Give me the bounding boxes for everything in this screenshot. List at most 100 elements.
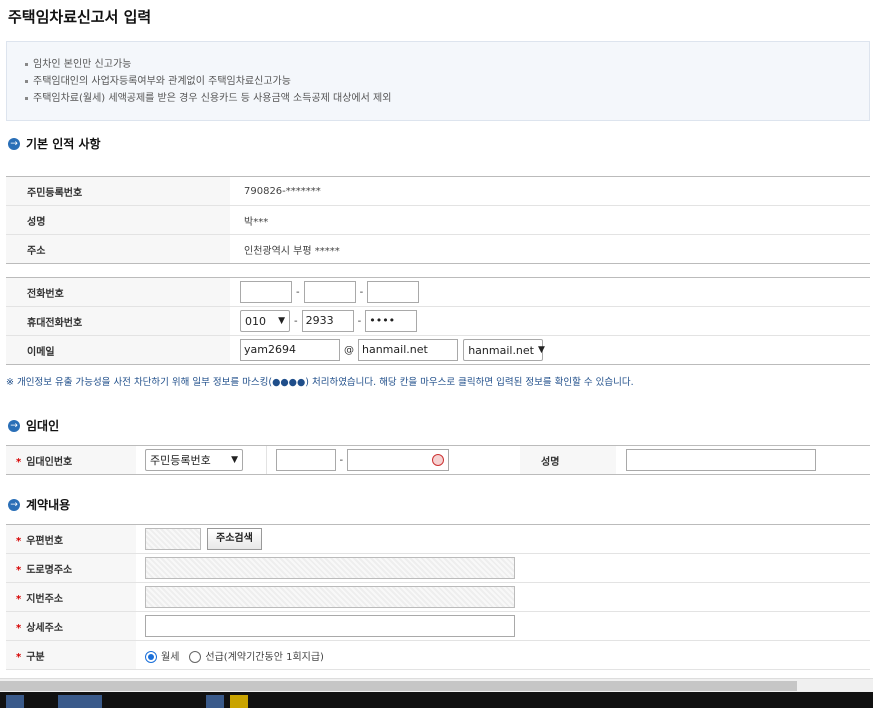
rrn-label: 주민등록번호 — [6, 176, 230, 206]
arrow-circle-icon: → — [8, 419, 20, 432]
postal-label-text: 우편번호 — [26, 535, 64, 547]
required-mark-icon: * — [16, 593, 22, 605]
taskbar-app-icon[interactable] — [58, 695, 102, 708]
detail-address-cell — [136, 611, 870, 641]
arrow-circle-icon: → — [8, 498, 20, 511]
dash: - — [357, 315, 362, 327]
dash: - — [294, 315, 298, 327]
postal-cell: 주소검색 — [136, 524, 870, 554]
dash: - — [296, 286, 300, 298]
landlord-id-type-select[interactable]: 주민등록번호 ▼ — [145, 449, 243, 471]
prepaid-label[interactable]: 선급(계약기간동안 1회지급) — [205, 652, 324, 663]
email-domain-input[interactable]: hanmail.net — [358, 339, 458, 361]
required-mark-icon: * — [16, 564, 22, 576]
address-value: 인천광역시 부평 ***** — [230, 234, 870, 264]
landlord-name-label: 성명 — [520, 445, 616, 475]
bullet-icon — [25, 62, 28, 66]
required-mark-icon: * — [16, 622, 22, 634]
horizontal-scrollbar[interactable] — [0, 678, 873, 692]
mobile-last-input[interactable]: •••• — [365, 310, 418, 332]
at-sign: @ — [344, 344, 354, 356]
mobile-label: 휴대전화번호 — [6, 306, 230, 336]
type-label: * 구분 — [6, 640, 136, 670]
monthly-rent-label[interactable]: 월세 — [161, 652, 179, 663]
email-user-input[interactable]: yam2694 — [240, 339, 340, 361]
email-label: 이메일 — [6, 335, 230, 365]
lot-address-cell — [136, 582, 870, 612]
chevron-down-icon: ▼ — [278, 316, 285, 326]
mobile-field-group: 010 ▼ -2933- •••• — [230, 306, 870, 336]
landlord-id-label-text: 임대인번호 — [26, 456, 73, 468]
mobile-mid-input[interactable]: 2933 — [301, 310, 354, 332]
notice-text: 임차인 본인만 신고가능 — [33, 59, 132, 70]
privacy-note: ※ 개인정보 유출 가능성을 사전 차단하기 위해 일부 정보를 마스킹(●●●… — [6, 377, 634, 388]
detail-address-input[interactable] — [145, 615, 515, 637]
phone-input-3[interactable] — [367, 281, 420, 303]
contact-table: 전화번호 -- 휴대전화번호 010 ▼ -2933- •••• 이메일 yam269… — [6, 277, 870, 365]
section-title: 임대인 — [26, 419, 60, 433]
notice-line: 주택임대인의 사업자등록여부와 관계없이 주택임차료신고가능 — [25, 73, 869, 90]
page-title: 주택임차료신고서 입력 — [8, 8, 152, 26]
road-address-cell — [136, 553, 870, 583]
required-mark-icon: * — [16, 456, 22, 468]
address-search-button[interactable]: 주소검색 — [207, 528, 262, 550]
chevron-down-icon: ▼ — [231, 455, 238, 465]
section-basic-heading: → 기본 인적 사항 — [8, 135, 101, 152]
address-label: 주소 — [6, 234, 230, 264]
postal-label: * 우편번호 — [6, 524, 136, 554]
phone-input-1[interactable] — [240, 281, 292, 303]
prepaid-radio[interactable] — [189, 650, 202, 663]
detail-address-label-text: 상세주소 — [26, 622, 64, 634]
scrollbar-thumb[interactable] — [0, 681, 797, 691]
rrn-value: 790826-******* — [230, 176, 870, 206]
taskbar-app-icon[interactable] — [230, 695, 248, 708]
contract-table: * 우편번호 주소검색 * 도로명주소 * 지번주소 * 상세주소 * 구분 월세 선급(계… — [6, 524, 870, 670]
notice-line: 주택임차료(월세) 세액공제를 받은 경우 신용카드 등 사용금액 소득공제 대… — [25, 90, 869, 107]
keyboard-security-icon[interactable] — [432, 454, 445, 466]
taskbar-app-icon[interactable] — [6, 695, 24, 708]
landlord-id-label: * 임대인번호 — [6, 445, 136, 475]
road-address-label-text: 도로명주소 — [26, 564, 73, 576]
name-label: 성명 — [6, 205, 230, 235]
section-contract-heading: → 계약내용 — [8, 496, 70, 513]
basic-info-table: 주민등록번호 790826-******* 성명 박*** 주소 인천광역시 부… — [6, 176, 870, 264]
required-mark-icon: * — [16, 535, 22, 547]
section-title: 기본 인적 사항 — [26, 137, 101, 151]
chevron-down-icon: ▼ — [538, 345, 545, 355]
landlord-id-type-cell: 주민등록번호 ▼ — [136, 445, 266, 475]
postal-input[interactable] — [145, 528, 201, 550]
monthly-rent-radio[interactable] — [145, 650, 157, 663]
road-address-label: * 도로명주소 — [6, 553, 136, 583]
phone-input-2[interactable] — [303, 281, 356, 303]
name-value: 박*** — [230, 205, 870, 235]
bullet-icon — [25, 96, 28, 100]
mobile-prefix-value: 010 — [245, 314, 266, 328]
landlord-table: * 임대인번호 주민등록번호 ▼ - 성명 — [6, 445, 870, 475]
landlord-name-cell — [616, 445, 870, 475]
lot-address-label-text: 지번주소 — [26, 593, 64, 605]
section-title: 계약내용 — [26, 498, 71, 512]
landlord-name-input[interactable] — [626, 449, 816, 471]
section-landlord-heading: → 임대인 — [8, 417, 59, 434]
type-cell: 월세 선급(계약기간동안 1회지급) — [136, 640, 870, 670]
phone-label: 전화번호 — [6, 277, 230, 307]
email-field-group: yam2694 @ hanmail.net hanmail.net ▼ — [230, 335, 870, 365]
taskbar-app-icon[interactable] — [206, 695, 224, 708]
email-domain-select[interactable]: hanmail.net ▼ — [463, 339, 545, 361]
notice-box: 임차인 본인만 신고가능 주택임대인의 사업자등록여부와 관계없이 주택임차료신… — [6, 41, 870, 121]
road-address-input[interactable] — [145, 557, 515, 579]
arrow-circle-icon: → — [8, 137, 20, 150]
notice-text: 주택임차료(월세) 세액공제를 받은 경우 신용카드 등 사용금액 소득공제 대… — [33, 93, 392, 104]
taskbar — [0, 692, 873, 708]
notice-line: 임차인 본인만 신고가능 — [25, 56, 869, 73]
detail-address-label: * 상세주소 — [6, 611, 136, 641]
phone-field-group: -- — [230, 277, 870, 307]
landlord-id-first-input[interactable] — [275, 449, 336, 471]
lot-address-label: * 지번주소 — [6, 582, 136, 612]
email-domain-select-value: hanmail.net — [468, 343, 534, 357]
mobile-prefix-select[interactable]: 010 ▼ — [240, 310, 290, 332]
required-mark-icon: * — [16, 651, 22, 663]
landlord-id-second-input[interactable] — [347, 449, 450, 471]
lot-address-input[interactable] — [145, 586, 515, 608]
notice-text: 주택임대인의 사업자등록여부와 관계없이 주택임차료신고가능 — [33, 76, 291, 87]
